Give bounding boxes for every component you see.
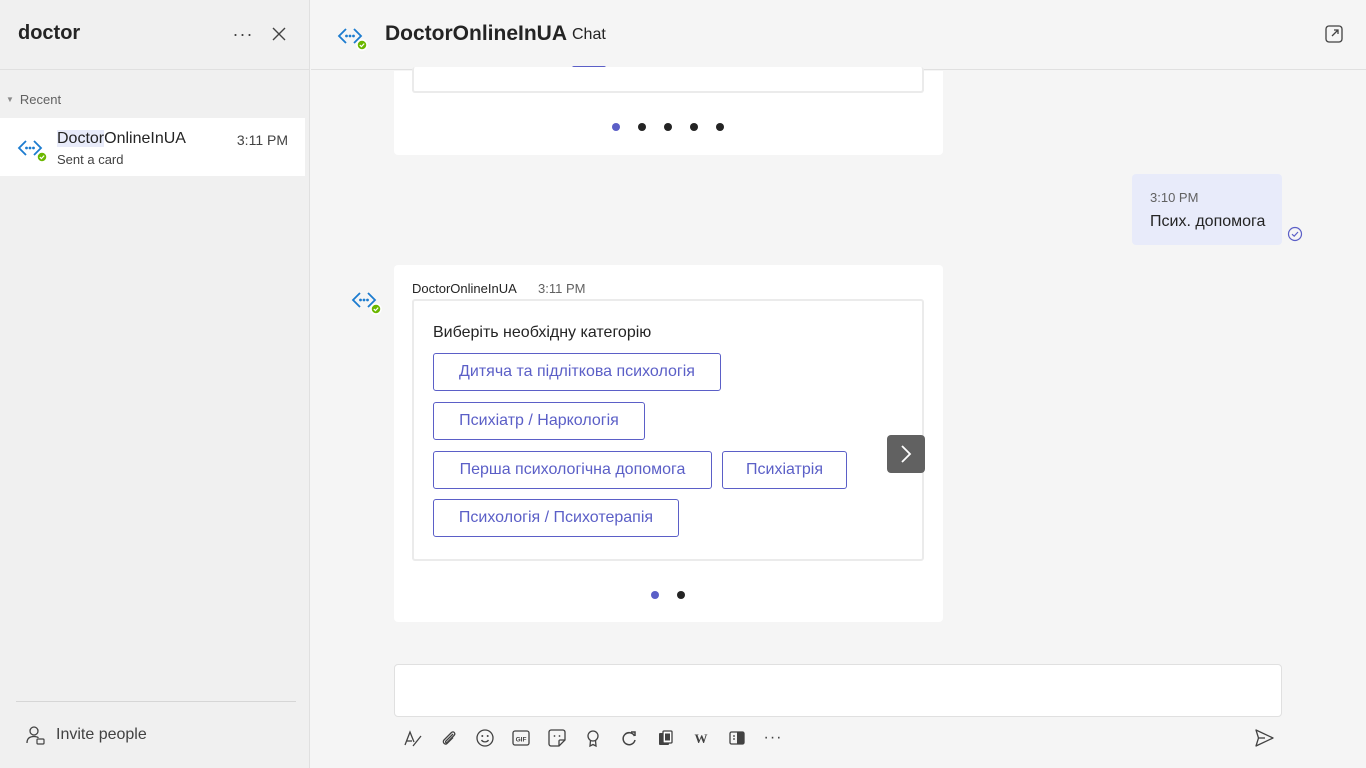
- option-child-psychology-button[interactable]: Дитяча та підліткова психологія: [433, 353, 721, 391]
- praise-icon[interactable]: [581, 726, 605, 750]
- send-icon[interactable]: [1253, 727, 1277, 751]
- gif-icon[interactable]: GIF: [509, 726, 533, 750]
- conversation-preview: Sent a card: [57, 152, 124, 167]
- format-icon[interactable]: [401, 726, 425, 750]
- add-person-icon: [26, 726, 45, 745]
- bot-avatar-icon[interactable]: [350, 284, 382, 316]
- wiki-icon[interactable]: W: [689, 726, 713, 750]
- carousel-dot[interactable]: [677, 591, 685, 599]
- bot-avatar-icon: [16, 132, 48, 164]
- message-compose-box[interactable]: [394, 664, 1282, 717]
- carousel-next-button[interactable]: [887, 435, 925, 473]
- carousel-dot[interactable]: [638, 123, 646, 131]
- bot-card-message: DoctorOnlineInUA 3:11 PM Виберіть необхі…: [394, 265, 943, 622]
- recent-label: Recent: [19, 92, 62, 107]
- tab-chat[interactable]: Chat: [572, 26, 606, 44]
- carousel-dot[interactable]: [716, 123, 724, 131]
- svg-text:GIF: GIF: [516, 737, 527, 744]
- option-psychiatry-button[interactable]: Психіатрія: [722, 451, 847, 489]
- option-first-aid-button[interactable]: Перша психологічна допомога: [433, 451, 712, 489]
- carousel-dot[interactable]: [651, 591, 659, 599]
- search-header: doctor ···: [0, 0, 310, 70]
- sticker-icon[interactable]: [545, 726, 569, 750]
- compose-toolbar: GIF W ···: [401, 726, 785, 750]
- name-highlight: Doctor: [57, 130, 105, 147]
- bot-avatar-icon: [336, 20, 368, 52]
- more-options-icon[interactable]: ···: [230, 22, 256, 46]
- option-psychotherapy-button[interactable]: Психологія / Психотерапія: [433, 499, 679, 537]
- chat-header: DoctorOnlineInUA Chat: [311, 0, 1366, 70]
- chat-title: DoctorOnlineInUA: [385, 22, 567, 45]
- adaptive-card: Виберіть необхідну категорію Дитяча та п…: [412, 299, 924, 561]
- emoji-icon[interactable]: [473, 726, 497, 750]
- sent-message[interactable]: 3:10 PM Псих. допомога: [1132, 174, 1282, 245]
- svg-text:W: W: [695, 731, 708, 746]
- caret-down-icon: ▼: [6, 95, 14, 104]
- invite-people-button[interactable]: Invite people: [24, 724, 147, 746]
- option-psychiatrist-narcology-button[interactable]: Психіатр / Наркологія: [433, 402, 645, 440]
- chevron-right-icon: [901, 445, 912, 463]
- conversation-time: 3:11 PM: [236, 132, 288, 148]
- message-time: 3:11 PM: [538, 281, 586, 296]
- stream-icon[interactable]: [653, 726, 677, 750]
- message-sender: DoctorOnlineInUA: [412, 281, 517, 296]
- sent-message-text: Псих. допомога: [1150, 213, 1266, 230]
- carousel-dot[interactable]: [612, 123, 620, 131]
- name-rest: OnlineInUA: [104, 130, 186, 147]
- carousel-dot[interactable]: [690, 123, 698, 131]
- attach-icon[interactable]: [437, 726, 461, 750]
- conversation-item-doctoronlineinua[interactable]: DoctorOnlineInUA Sent a card 3:11 PM: [0, 118, 305, 176]
- search-query-title: doctor: [18, 22, 81, 44]
- divider: [16, 701, 296, 702]
- loop-icon[interactable]: [617, 726, 641, 750]
- carousel-dot[interactable]: [664, 123, 672, 131]
- previous-bot-card: [394, 67, 943, 155]
- recent-section-header[interactable]: ▼ Recent: [6, 92, 61, 107]
- search-results-pane: doctor ··· ▼ Recent DoctorOnlineInUA Sen…: [0, 0, 310, 768]
- card-prompt: Виберіть необхідну категорію: [433, 324, 652, 341]
- whiteboard-icon[interactable]: [725, 726, 749, 750]
- more-icon[interactable]: ···: [761, 726, 785, 750]
- invite-label: Invite people: [56, 726, 147, 743]
- conversation-name: DoctorOnlineInUA: [57, 130, 186, 148]
- read-receipt-icon: [1287, 226, 1303, 242]
- sent-message-time: 3:10 PM: [1150, 190, 1199, 205]
- pop-out-icon[interactable]: [1324, 24, 1344, 44]
- chat-pane: DoctorOnlineInUA Chat 3:10 PM Псих. допо…: [311, 0, 1366, 768]
- close-icon[interactable]: [266, 20, 292, 48]
- previous-card-body: [412, 67, 924, 93]
